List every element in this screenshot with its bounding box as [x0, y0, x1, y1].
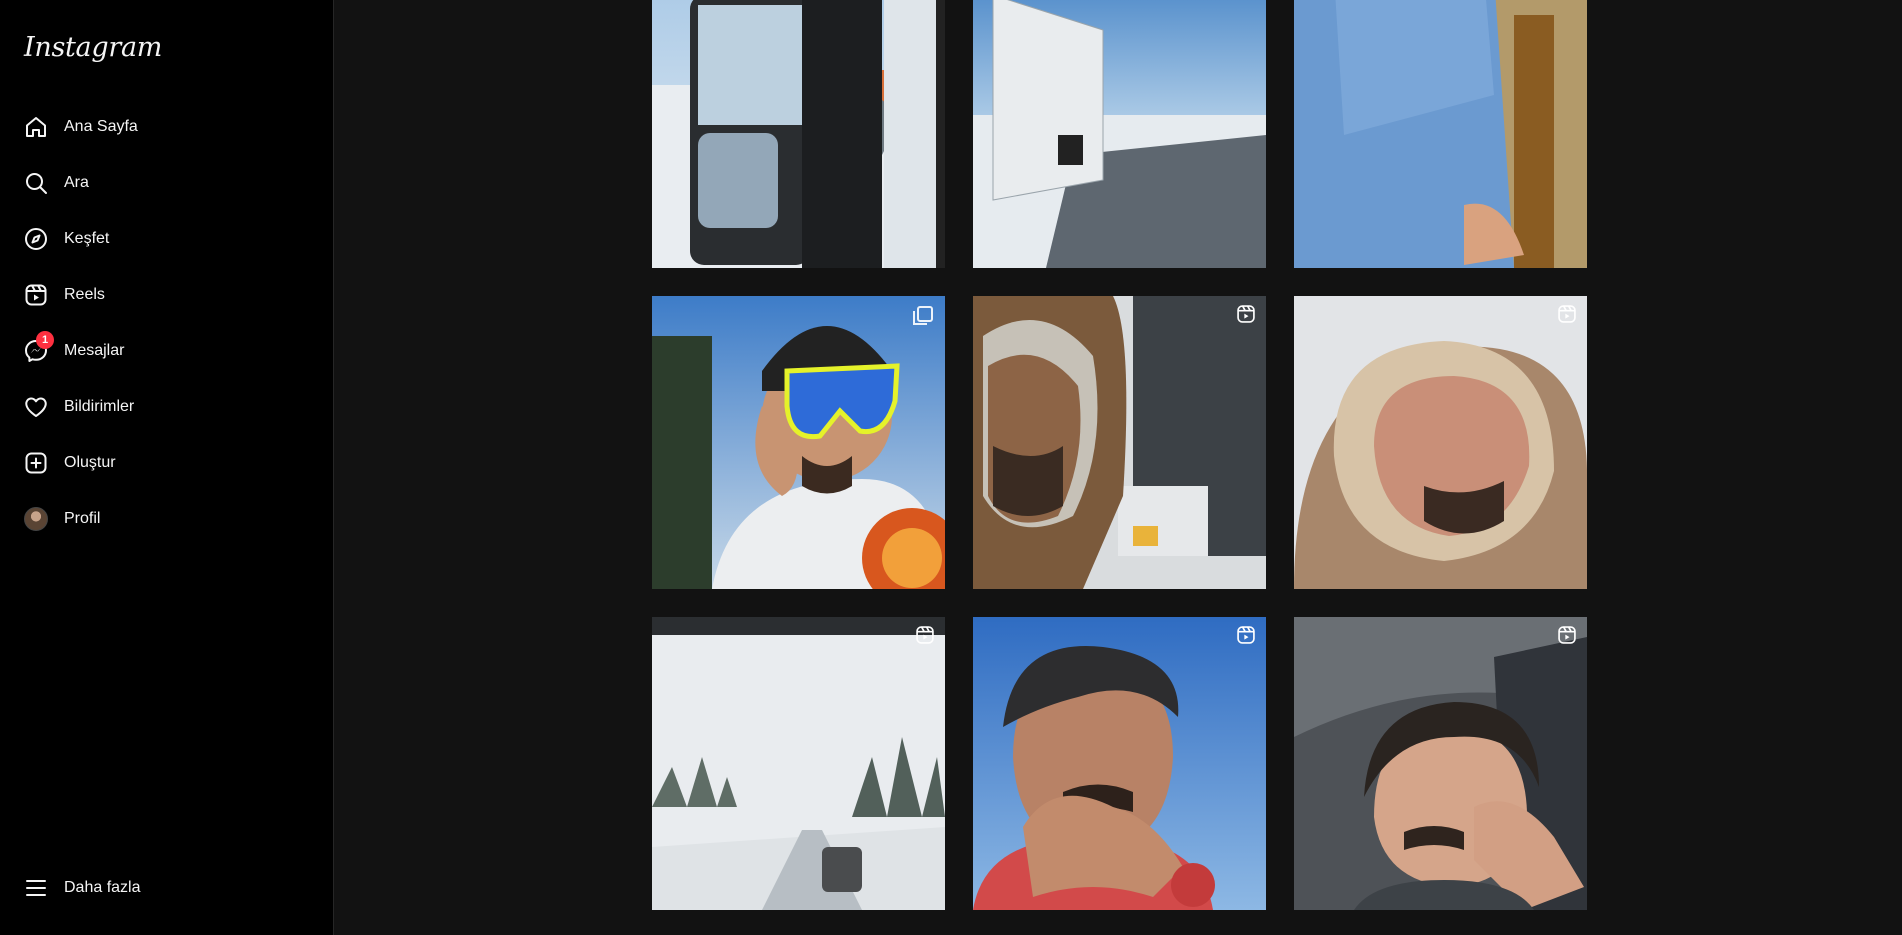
sidebar-item-profile[interactable]: Profil [12, 495, 318, 543]
sidebar-item-label: Bildirimler [64, 398, 135, 415]
post-image [973, 296, 1266, 589]
sidebar-item-search[interactable]: Ara [12, 159, 318, 207]
sidebar-item-label: Keşfet [64, 230, 110, 247]
sidebar-item-home[interactable]: Ana Sayfa [12, 103, 318, 151]
sidebar-item-label: Oluştur [64, 454, 116, 471]
post-grid [652, 0, 1588, 935]
reel-icon [1236, 304, 1256, 324]
reel-icon [1236, 625, 1256, 645]
post-tile[interactable] [652, 296, 945, 589]
post-tile[interactable] [973, 296, 1266, 589]
post-tile[interactable] [1294, 617, 1587, 910]
plus-square-icon [24, 451, 48, 475]
menu-icon [24, 876, 48, 900]
reel-icon [915, 625, 935, 645]
sidebar-item-notifications[interactable]: Bildirimler [12, 383, 318, 431]
post-tile[interactable] [652, 617, 945, 910]
sidebar-item-label: Reels [64, 286, 105, 303]
avatar [24, 507, 48, 531]
post-image [652, 0, 945, 268]
search-icon [24, 171, 48, 195]
post-image [1294, 617, 1587, 910]
post-tile[interactable] [973, 0, 1266, 268]
post-image [973, 617, 1266, 910]
sidebar: Instagram Ana Sayfa Ara Keşfet Reels 1 M… [0, 0, 334, 935]
sidebar-item-label: Daha fazla [64, 879, 141, 896]
sidebar-item-label: Mesajlar [64, 342, 125, 359]
reels-icon [24, 283, 48, 307]
compass-icon [24, 227, 48, 251]
sidebar-item-more[interactable]: Daha fazla [12, 864, 318, 912]
heart-icon [24, 395, 48, 419]
post-image [652, 296, 945, 589]
carousel-icon [913, 306, 933, 325]
sidebar-item-reels[interactable]: Reels [12, 271, 318, 319]
messenger-icon: 1 [24, 331, 54, 363]
sidebar-item-label: Ana Sayfa [64, 118, 138, 135]
post-image [652, 617, 945, 910]
reel-icon [1557, 304, 1577, 324]
sidebar-item-messages[interactable]: 1 Mesajlar [12, 327, 318, 375]
post-tile[interactable] [1294, 296, 1587, 589]
post-tile[interactable] [973, 617, 1266, 910]
post-image [1294, 296, 1587, 589]
home-icon [24, 115, 48, 139]
notification-badge: 1 [36, 331, 54, 349]
post-tile[interactable] [1294, 0, 1587, 268]
sidebar-item-label: Profil [64, 510, 101, 527]
post-image [973, 0, 1266, 268]
sidebar-item-label: Ara [64, 174, 89, 191]
reel-icon [1557, 625, 1577, 645]
post-tile[interactable] [652, 0, 945, 268]
post-image [1294, 0, 1587, 268]
sidebar-item-create[interactable]: Oluştur [12, 439, 318, 487]
sidebar-item-explore[interactable]: Keşfet [12, 215, 318, 263]
instagram-logo[interactable]: Instagram [24, 32, 162, 63]
